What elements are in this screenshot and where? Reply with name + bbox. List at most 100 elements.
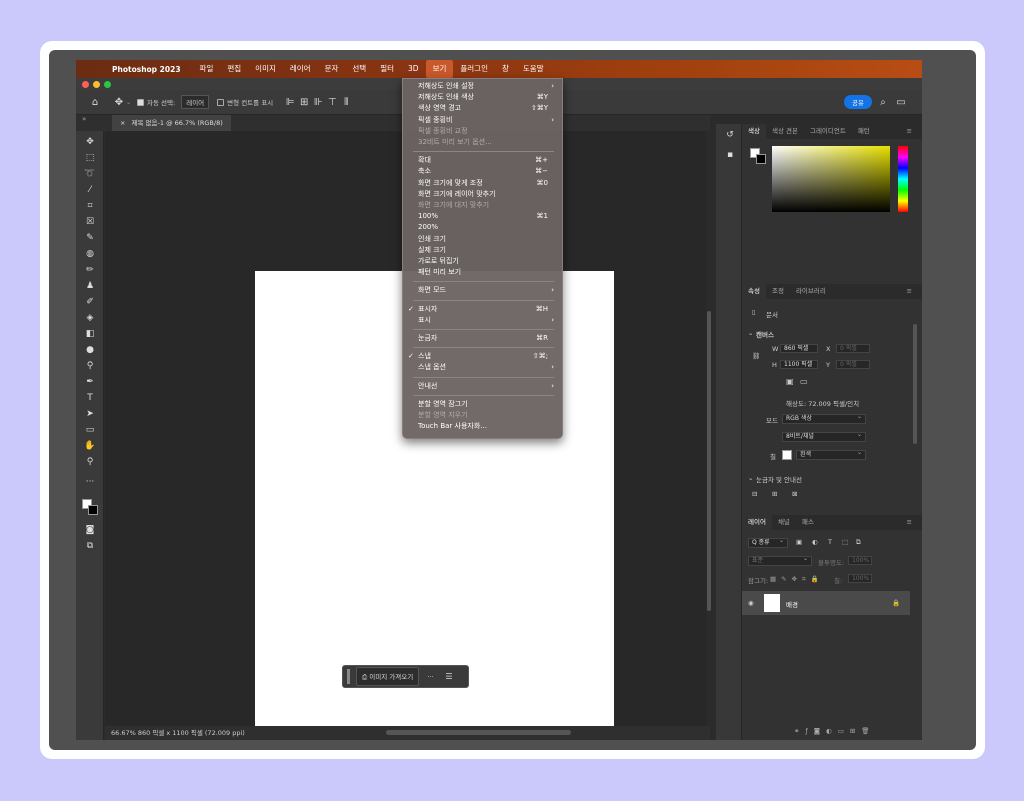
properties-scrollbar[interactable]: [913, 324, 917, 444]
view-menu-item[interactable]: 200%: [403, 222, 564, 233]
ruler-icon[interactable]: ⊟: [752, 490, 757, 498]
app-name-menu[interactable]: Photoshop 2023: [112, 65, 181, 74]
height-field[interactable]: 1100 픽셀: [780, 360, 818, 369]
history-panel-icon[interactable]: ↺: [722, 128, 738, 142]
close-tab-icon[interactable]: ×: [120, 119, 125, 127]
vertical-scrollbar[interactable]: [706, 131, 712, 726]
move-tool-icon[interactable]: ✥: [112, 95, 126, 109]
brush-tool-icon[interactable]: ✏: [82, 263, 98, 277]
healing-brush-icon[interactable]: ◍: [82, 247, 98, 261]
view-menu-item[interactable]: 안내선 ›: [403, 381, 564, 392]
move-tool-icon[interactable]: ✥: [82, 135, 98, 149]
landscape-icon[interactable]: ▭: [800, 377, 808, 386]
grid-icon[interactable]: ⊞: [772, 490, 777, 498]
hand-tool-icon[interactable]: ✋: [82, 439, 98, 453]
opacity-field[interactable]: 100%: [848, 556, 872, 565]
menu-edit[interactable]: 편집: [220, 60, 248, 78]
document-tab[interactable]: × 제목 없음-1 @ 66.7% (RGB/8): [112, 115, 231, 131]
view-menu-item[interactable]: 스냅 옵션 ›: [403, 362, 564, 373]
vertical-scroll-thumb[interactable]: [707, 311, 711, 611]
menu-3d[interactable]: 3D: [401, 60, 426, 78]
close-window-button[interactable]: [82, 81, 89, 88]
filter-smart-icon[interactable]: ⧉: [856, 538, 861, 547]
minimize-window-button[interactable]: [93, 81, 100, 88]
lasso-tool-icon[interactable]: ➰: [82, 167, 98, 181]
view-menu-item[interactable]: 100% ⌘1: [403, 211, 564, 222]
align-center-icon[interactable]: ⊞: [297, 95, 311, 109]
view-menu-item[interactable]: 가로로 뒤집기: [403, 256, 564, 267]
fill-select[interactable]: 흰색: [796, 449, 866, 460]
width-field[interactable]: 860 픽셀: [780, 344, 818, 353]
visibility-eye-icon[interactable]: ◉: [748, 599, 754, 607]
view-menu-item[interactable]: 실제 크기: [403, 245, 564, 256]
menu-select[interactable]: 선택: [345, 60, 373, 78]
view-menu-item[interactable]: ✓ 스냅 ⇧⌘;: [403, 351, 564, 362]
tab-layers[interactable]: 레이어: [742, 515, 772, 530]
zoom-window-button[interactable]: [104, 81, 111, 88]
more-options-button[interactable]: ···: [427, 673, 433, 681]
view-menu-item[interactable]: 표시 ›: [403, 315, 564, 326]
align-right-icon[interactable]: ⊪: [311, 95, 325, 109]
layer-fill-field[interactable]: 100%: [848, 574, 872, 583]
tab-gradients[interactable]: 그레이디언트: [804, 124, 852, 139]
search-icon[interactable]: ⌕: [876, 95, 890, 109]
properties-menu-icon[interactable]: ≡: [901, 284, 918, 299]
view-menu-item[interactable]: 저해상도 인쇄 색상 ⌘Y: [403, 92, 564, 103]
tab-patterns[interactable]: 패턴: [852, 124, 876, 139]
menu-plugins[interactable]: 플러그인: [453, 60, 495, 78]
x-field[interactable]: 0 픽셀: [836, 344, 870, 353]
lock-icons[interactable]: ▦✎✥⌗🔒: [770, 575, 824, 584]
panel-menu-icon[interactable]: ≡: [901, 124, 918, 139]
horizontal-scrollbar[interactable]: [386, 730, 571, 735]
settings-sliders-icon[interactable]: ☰: [445, 672, 452, 681]
view-menu-item[interactable]: 저해상도 인쇄 설정 ›: [403, 81, 564, 92]
view-menu-item[interactable]: Touch Bar 사용자화...: [403, 421, 564, 432]
portrait-icon[interactable]: ▣: [786, 377, 794, 386]
view-menu-item[interactable]: 픽셀 종횡비 ›: [403, 115, 564, 126]
fill-color-swatch[interactable]: [782, 450, 792, 460]
align-top-icon[interactable]: ⊤: [325, 95, 339, 109]
tab-paths[interactable]: 패스: [796, 515, 820, 530]
home-icon[interactable]: ⌂: [88, 95, 102, 109]
view-menu-item[interactable]: 색상 영역 경고 ⇧⌘Y: [403, 103, 564, 114]
color-bg-swatch[interactable]: [756, 154, 766, 164]
blur-tool-icon[interactable]: ●: [82, 343, 98, 357]
menu-window[interactable]: 창: [495, 60, 516, 78]
quick-mask-icon[interactable]: ◙: [82, 523, 98, 537]
history-brush-icon[interactable]: ✐: [82, 295, 98, 309]
crop-tool-icon[interactable]: ⌗: [82, 199, 98, 213]
stamp-tool-icon[interactable]: ♟: [82, 279, 98, 293]
menu-file[interactable]: 파일: [193, 60, 221, 78]
view-menu-item[interactable]: 눈금자 ⌘R: [403, 333, 564, 344]
filter-type-icon[interactable]: T: [828, 538, 832, 546]
filter-shape-icon[interactable]: ⬚: [842, 538, 848, 546]
canvas-section-chevron-icon[interactable]: ⌄: [748, 329, 753, 337]
auto-select-checkbox[interactable]: [137, 98, 145, 106]
hue-slider[interactable]: [898, 146, 908, 212]
tab-properties[interactable]: 속성: [742, 284, 766, 299]
share-button[interactable]: 공유: [844, 95, 872, 109]
link-icon[interactable]: ⛓: [752, 352, 760, 360]
filter-adjust-icon[interactable]: ◐: [812, 538, 818, 546]
eraser-tool-icon[interactable]: ◈: [82, 311, 98, 325]
menu-filter[interactable]: 필터: [373, 60, 401, 78]
dodge-tool-icon[interactable]: ⚲: [82, 359, 98, 373]
y-field[interactable]: 0 픽셀: [836, 360, 870, 369]
view-menu-item[interactable]: 축소 ⌘−: [403, 166, 564, 177]
auto-select-dropdown[interactable]: 레이어: [181, 95, 210, 109]
drag-handle[interactable]: [347, 669, 350, 684]
toolbar-collapse-icon[interactable]: »: [76, 115, 104, 131]
view-menu-item[interactable]: 인쇄 크기: [403, 234, 564, 245]
tab-libraries[interactable]: 라이브러리: [790, 284, 832, 299]
rectangle-tool-icon[interactable]: ▭: [82, 423, 98, 437]
eyedropper-tool-icon[interactable]: ✎: [82, 231, 98, 245]
background-color-swatch[interactable]: [88, 505, 98, 515]
guides-icon[interactable]: ⊠: [792, 490, 797, 498]
layers-menu-icon[interactable]: ≡: [901, 515, 918, 530]
distribute-icon[interactable]: ⫴: [339, 95, 353, 109]
view-menu-item[interactable]: 화면 모드 ›: [403, 285, 564, 296]
tab-channels[interactable]: 채널: [772, 515, 796, 530]
filter-image-icon[interactable]: ▣: [796, 538, 802, 546]
tool-preset-chevron-icon[interactable]: ⌄: [126, 99, 131, 106]
more-tools-icon[interactable]: ···: [82, 475, 98, 489]
